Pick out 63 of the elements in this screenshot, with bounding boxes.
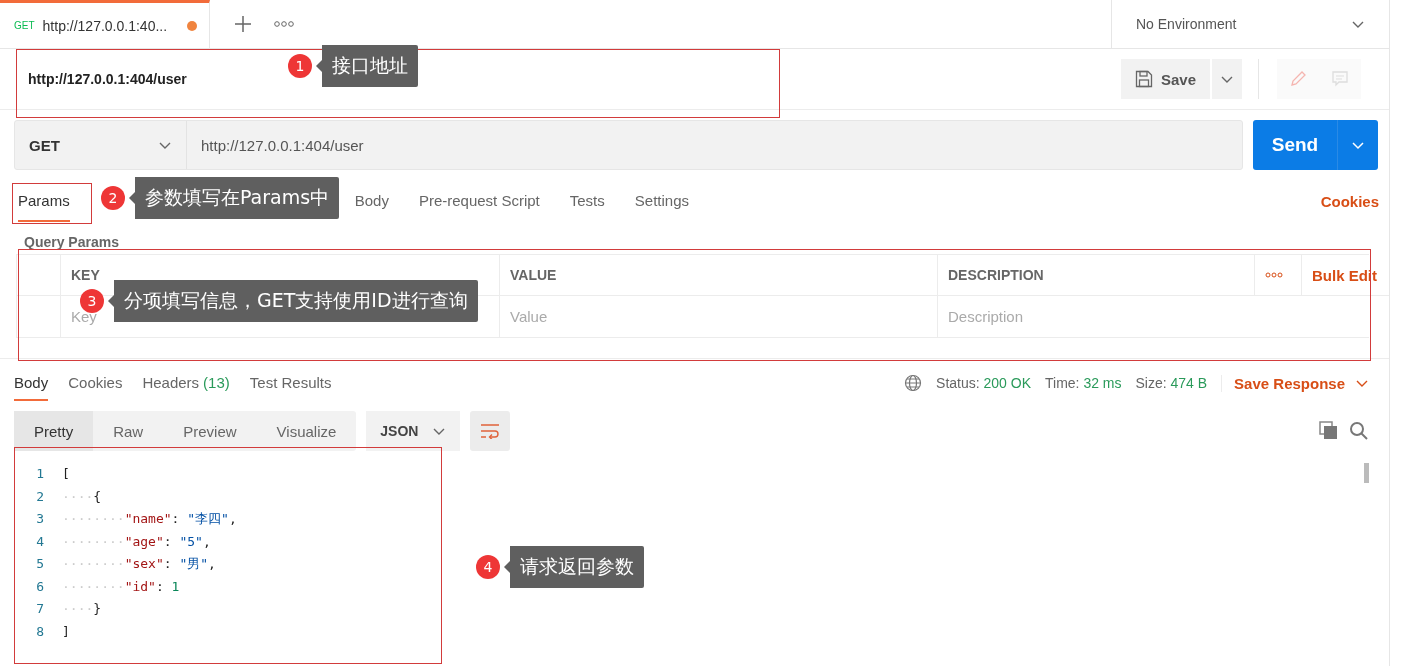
request-tab[interactable]: Pre-request Script bbox=[418, 180, 540, 222]
code-line: ····} bbox=[62, 600, 102, 618]
view-mode-tab[interactable]: Visualize bbox=[256, 411, 357, 451]
save-options-button[interactable] bbox=[1212, 59, 1242, 99]
cookies-link[interactable]: Cookies bbox=[1320, 180, 1379, 222]
request-name: http://127.0.0.1:404/user bbox=[28, 71, 188, 87]
response-tab[interactable]: Headers (13) bbox=[142, 365, 230, 401]
pencil-icon[interactable] bbox=[1289, 70, 1307, 88]
view-mode-tab[interactable]: Pretty bbox=[14, 411, 94, 451]
response-tab[interactable]: Cookies bbox=[68, 365, 123, 401]
scrollbar-thumb[interactable] bbox=[1364, 463, 1369, 483]
view-mode-tab[interactable]: Preview bbox=[163, 411, 257, 451]
plus-icon[interactable] bbox=[234, 15, 252, 33]
code-line: ········"sex": "男", bbox=[62, 555, 216, 573]
chevron-down-icon bbox=[1351, 139, 1365, 151]
annotation-callout: 接口地址 bbox=[316, 45, 418, 87]
code-line: [ bbox=[62, 465, 70, 483]
code-line: ········"name": "李四", bbox=[62, 510, 237, 528]
tab-title: http://127.0.0.1:40... bbox=[42, 17, 169, 34]
response-tab[interactable]: Test Results bbox=[249, 365, 332, 401]
request-tab[interactable]: GET http://127.0.0.1:40... bbox=[0, 0, 210, 48]
wrap-lines-icon bbox=[480, 423, 501, 439]
more-icon[interactable] bbox=[274, 20, 294, 28]
annotation-callout: 参数填写在Params中 bbox=[129, 177, 340, 219]
annotation-callout: 请求返回参数 bbox=[504, 546, 644, 588]
section-title: Query Params bbox=[23, 233, 120, 252]
status-text: Status: 200 OK bbox=[936, 375, 1031, 391]
request-tab[interactable]: Settings bbox=[634, 180, 689, 222]
line-number: 4 bbox=[36, 532, 44, 551]
status-text: Size: 474 B bbox=[1135, 375, 1208, 391]
request-tab[interactable]: Body bbox=[354, 180, 389, 222]
code-line: ········"age": "5", bbox=[62, 532, 211, 551]
save-response-button[interactable]: Save Response bbox=[1221, 374, 1369, 392]
environment-dropdown[interactable]: No Environment bbox=[1111, 0, 1389, 48]
globe-icon bbox=[904, 374, 923, 392]
response-tab[interactable]: Body bbox=[14, 365, 49, 401]
format-dropdown[interactable]: JSON bbox=[366, 411, 461, 451]
line-number: 8 bbox=[36, 622, 44, 641]
search-icon[interactable] bbox=[1349, 421, 1369, 441]
column-header: VALUE bbox=[499, 255, 937, 296]
wrap-lines-button[interactable] bbox=[470, 411, 511, 451]
step-number-badge: 4 bbox=[476, 555, 500, 579]
view-mode-tab[interactable]: Raw bbox=[93, 411, 164, 451]
request-tab[interactable]: Params bbox=[18, 180, 70, 222]
code-line: ····{ bbox=[62, 487, 102, 506]
code-line: ] bbox=[62, 622, 70, 641]
step-number-badge: 3 bbox=[80, 289, 104, 313]
request-tab[interactable]: Tests bbox=[569, 180, 605, 222]
line-number: 7 bbox=[36, 600, 44, 618]
line-number: 2 bbox=[36, 487, 44, 506]
copy-icon[interactable] bbox=[1319, 421, 1339, 441]
step-number-badge: 1 bbox=[288, 54, 312, 78]
line-number: 6 bbox=[36, 577, 44, 596]
column-header: DESCRIPTION bbox=[937, 255, 1254, 296]
save-button[interactable]: Save bbox=[1120, 59, 1210, 99]
more-icon[interactable] bbox=[1265, 272, 1283, 278]
status-text: Time: 32 ms bbox=[1045, 375, 1122, 391]
line-number: 5 bbox=[36, 555, 44, 573]
line-number: 3 bbox=[36, 510, 44, 528]
step-number-badge: 2 bbox=[101, 186, 125, 210]
code-line: ········"id": 1 bbox=[62, 577, 180, 596]
method-label: GET bbox=[14, 20, 35, 31]
line-number: 1 bbox=[36, 465, 44, 483]
